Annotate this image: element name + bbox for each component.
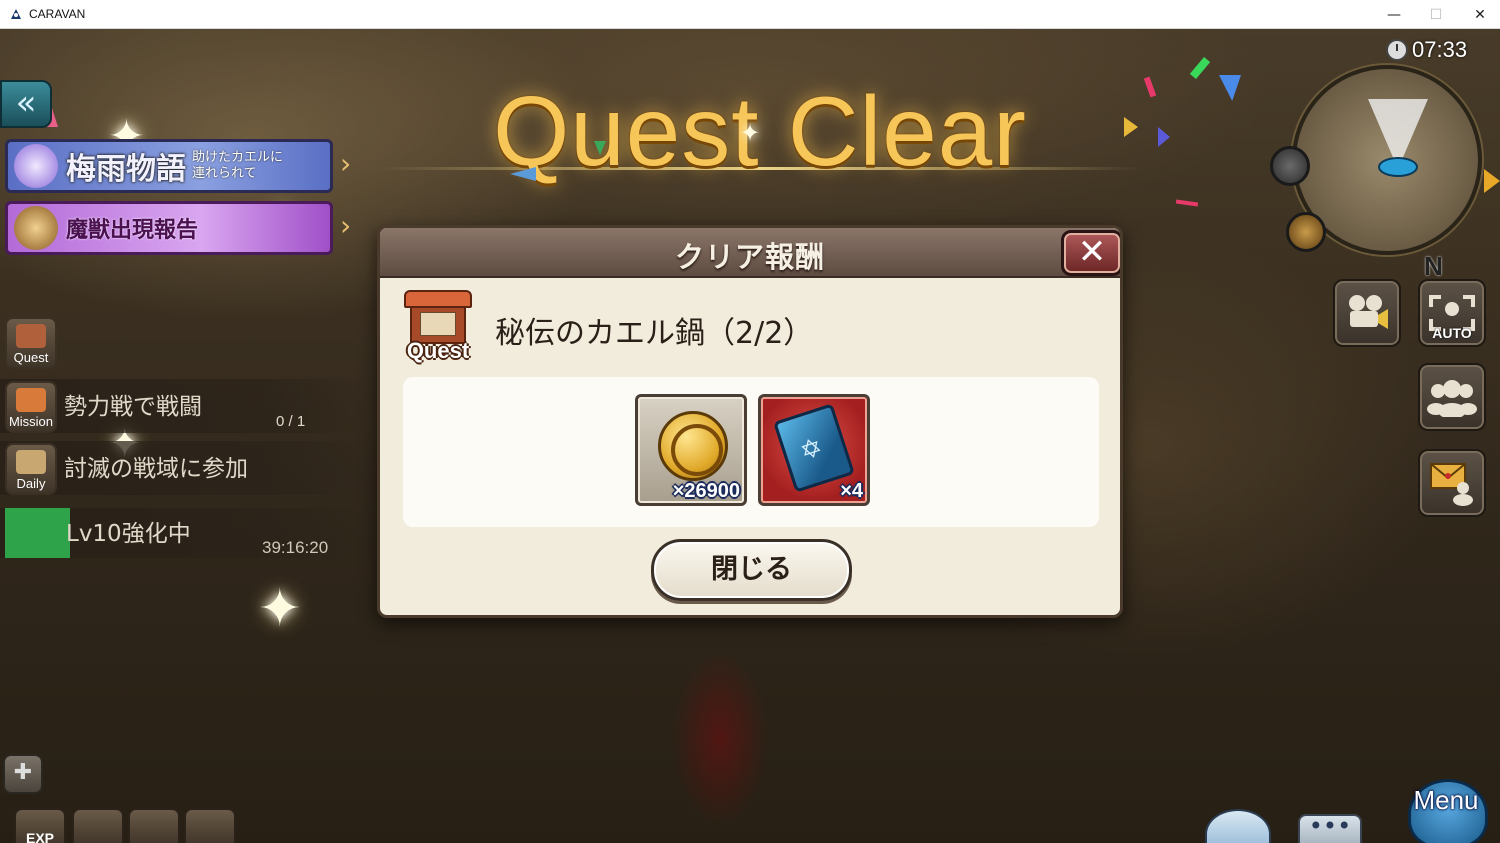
auto-label: AUTO [1432,325,1472,341]
clear-reward-dialog: クリア報酬 ✕ Quest 秘伝のカエル鍋（2/2） ×26900 ×4 閉じる [377,225,1123,618]
dialog-header: クリア報酬 ✕ [380,228,1120,278]
minimize-button[interactable]: — [1372,0,1416,29]
dialog-close-x-button[interactable]: ✕ [1061,230,1120,276]
enhancement-timer: 39:16:20 [262,538,329,557]
mission-icon-label: Mission [8,414,54,429]
daily-row[interactable]: Daily 討滅の戦域に参加 [0,441,370,495]
daily-icon-button: Daily [5,443,57,495]
quest-badge-label: Quest [406,338,470,363]
event-banner-arrow-icon[interactable]: › [340,149,356,179]
reward-panel: ×26900 ×4 [403,377,1099,527]
window-titlebar: CARAVAN — ☐ ✕ [0,0,1500,29]
window-title: CARAVAN [29,7,86,21]
reward-quantity: ×4 [840,480,863,502]
beast-mask-icon [14,206,58,250]
menu-label: Menu [1413,785,1479,815]
quest-side-button[interactable]: Quest [5,317,57,369]
mission-text: 勢力戦で戦闘 [64,394,202,420]
event-banner-title: 梅雨物語 [66,152,186,187]
party-icon [1427,380,1477,417]
dialog-title: クリア報酬 [674,240,825,274]
reward-gil[interactable]: ×26900 [635,394,747,506]
menu-button[interactable]: Menu [1392,769,1500,843]
daily-icon-label: Daily [16,476,46,491]
chat-button[interactable]: ••• [1298,814,1362,843]
clock-time: 07:33 [1412,37,1468,62]
exp-label: EXP [25,830,54,843]
close-window-button[interactable]: ✕ [1458,0,1500,29]
event-banner-rain-story[interactable]: 梅雨物語 助けたカエルに 連れられて [5,139,333,193]
event-banner-beast-report[interactable]: 魔獣出現報告 [5,201,333,255]
mission-row[interactable]: Mission 勢力戦で戦闘 0 / 1 [0,379,370,433]
party-button[interactable] [1418,363,1486,431]
party-marker-button[interactable] [1286,212,1326,252]
back-button[interactable]: « [0,80,52,128]
add-button[interactable]: ✚ [3,754,43,794]
mission-icon-button: Mission [5,381,57,433]
quest-board-icon [16,324,46,348]
potion-shortcut-button[interactable] [128,808,180,843]
daily-text: 討滅の戦域に参加 [64,456,248,482]
event-banner-subtitle: 助けたカエルに 連れられて [192,150,284,181]
gil-coin-icon [658,411,728,481]
beast-banner-arrow-icon[interactable]: › [340,211,356,241]
sparkle: ✦ [258,579,302,639]
gil-shortcut-button[interactable] [72,808,124,843]
chest-icon [5,508,70,558]
mission-progress: 0 / 1 [276,413,306,430]
reward-quantity: ×26900 [672,480,740,502]
daily-book-icon [16,450,46,474]
reward-item[interactable]: ×4 [758,394,870,506]
camera-button[interactable] [1333,279,1401,347]
quest-board [420,312,456,336]
cage-shortcut-button[interactable] [184,808,236,843]
quest-side-label: Quest [13,350,49,365]
app-icon [9,7,23,21]
mail-icon [1430,463,1473,506]
compass-north: N [1424,251,1443,281]
maximize-button[interactable]: ☐ [1414,0,1458,29]
mission-flag-icon [16,388,46,412]
beast-banner-title: 魔獣出現報告 [66,217,199,243]
close-button[interactable]: 閉じる [651,539,852,601]
quest-house-icon: Quest [400,290,476,366]
quest-name: 秘伝のカエル鍋（2/2） [495,316,814,351]
auto-button[interactable]: AUTO [1418,279,1486,347]
enhancement-row[interactable]: Lv10強化中 39:16:20 [0,508,360,558]
sparkle: ✦ [740,119,761,147]
game-viewport[interactable]: Quest Clear ✦ ✦ ✦ ✦ ✦ ✦ « 梅雨物語 助けたカエルに 連… [0,29,1500,843]
movie-camera-icon [1349,295,1388,329]
player-marker-icon [1378,157,1418,177]
clock-icon [1386,39,1408,61]
flower-emblem-icon [14,144,58,188]
map-toggle-button[interactable] [1270,146,1310,186]
mail-button[interactable] [1418,449,1486,517]
clock: 07:33 [1386,37,1467,63]
enhancement-text: Lv10強化中 [66,521,191,547]
exp-shortcut-button[interactable]: EXP [14,808,66,843]
